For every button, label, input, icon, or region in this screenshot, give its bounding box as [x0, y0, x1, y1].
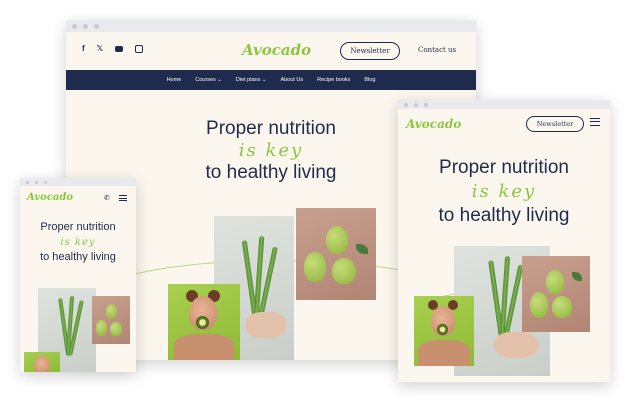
hamburger-icon[interactable] [590, 118, 600, 126]
pear [530, 292, 548, 318]
pear [552, 296, 572, 318]
pear [304, 252, 326, 282]
hero-heading: Proper nutrition is key to healthy livin… [398, 156, 610, 228]
woman-photo [168, 284, 240, 360]
hero-line-3: to healthy living [40, 251, 116, 263]
nav-courses[interactable]: Courses ⌄ [195, 77, 222, 83]
hero-line-1: Proper nutrition [40, 221, 116, 233]
hero-line-3: to healthy living [438, 205, 570, 226]
pear [106, 304, 117, 319]
window-dot [83, 23, 88, 29]
logo[interactable]: Avocado [406, 117, 461, 131]
window-dot [44, 180, 47, 184]
window-dot [72, 23, 77, 29]
avocado-half [196, 316, 209, 329]
woman-photo [414, 296, 474, 366]
hero-line-2: is key [60, 237, 96, 248]
main-nav: Home Courses ⌄ Diet plans ⌄ About Us Rec… [66, 70, 476, 90]
browser-chrome [66, 20, 476, 32]
logo[interactable]: Avocado [27, 192, 73, 203]
woman-photo [24, 352, 60, 372]
shoulders [418, 340, 470, 366]
nav-home[interactable]: Home [167, 77, 182, 83]
x-icon[interactable]: 𝕏 [97, 44, 103, 53]
nav-diet-plans[interactable]: Diet plans ⌄ [236, 77, 267, 83]
avocado-half [437, 324, 448, 335]
pear [96, 320, 107, 336]
leaf [356, 244, 368, 254]
nav-about-us[interactable]: About Us [280, 77, 303, 83]
window-dot [26, 180, 29, 184]
pear [326, 226, 348, 254]
nav-recipe-books[interactable]: Recipe books [317, 77, 350, 83]
pear [110, 322, 122, 336]
pears-photo [296, 208, 376, 300]
hamburger-icon[interactable] [119, 195, 127, 201]
window-dot [414, 102, 418, 107]
window-dot [35, 180, 38, 184]
newsletter-button[interactable]: Newsletter [526, 116, 584, 132]
browser-chrome [20, 178, 136, 186]
tablet-mockup: Avocado Newsletter Proper nutrition is k… [398, 100, 610, 382]
leaf [572, 272, 582, 281]
pear [546, 270, 564, 294]
phone-icon[interactable]: ✆ [104, 194, 110, 202]
browser-chrome [398, 100, 610, 109]
nav-blog[interactable]: Blog [364, 77, 375, 83]
window-dot [424, 102, 428, 107]
pears-photo [92, 296, 130, 344]
youtube-icon[interactable] [115, 46, 124, 52]
shoulders [174, 334, 234, 360]
face [34, 356, 50, 372]
window-dot [404, 102, 408, 107]
hand [494, 332, 538, 358]
hero-line-1: Proper nutrition [439, 157, 569, 178]
pear [332, 258, 356, 284]
social-links: f 𝕏 [82, 44, 144, 53]
hand [246, 312, 286, 338]
pears-photo [522, 256, 590, 332]
window-dot [94, 23, 99, 29]
facebook-icon[interactable]: f [82, 44, 85, 53]
newsletter-button[interactable]: Newsletter [340, 42, 400, 60]
logo[interactable]: Avocado [242, 41, 311, 59]
hero-heading: Proper nutrition is key to healthy livin… [20, 220, 136, 265]
contact-link[interactable]: Contact us [418, 46, 456, 54]
mobile-mockup: Avocado ✆ Proper nutrition is key to hea… [20, 178, 136, 372]
hero-line-2: is key [471, 181, 537, 202]
instagram-icon[interactable] [135, 45, 144, 53]
desktop-header: f 𝕏 Avocado Newsletter Contact us [66, 32, 476, 70]
